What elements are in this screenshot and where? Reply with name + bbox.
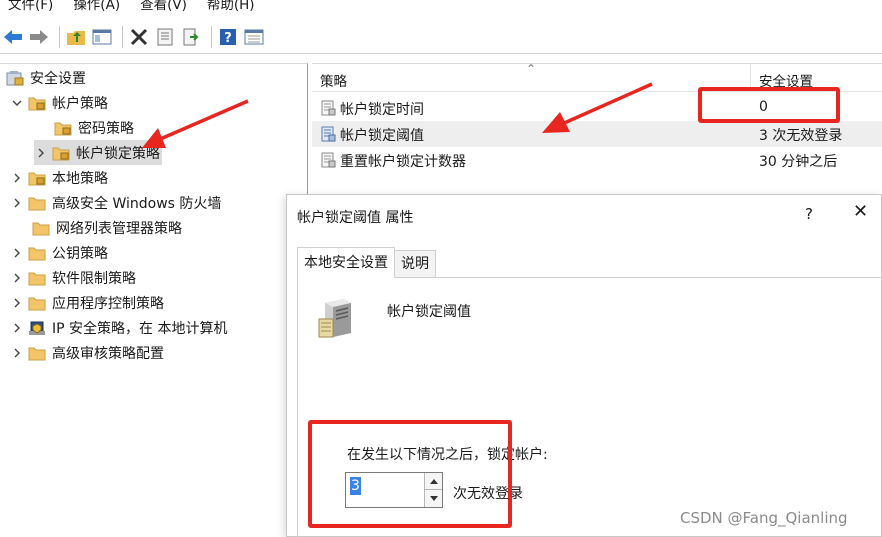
tree-item-software-restriction[interactable]: 软件限制策略 (10, 265, 136, 290)
folder-icon (28, 270, 46, 286)
tree-item-security-settings[interactable]: 安全设置 (6, 65, 86, 90)
policy-row-reset-counter[interactable]: 重置帐户锁定计数器 30 分钟之后 (312, 147, 882, 173)
dialog-tabs: 本地安全设置 说明 (297, 247, 436, 278)
annotation-box-threshold-input (308, 420, 512, 528)
computer-shield-icon (28, 320, 46, 336)
close-icon[interactable]: ✕ (853, 203, 868, 221)
menu-bar: 文件(F) 操作(A) 查看(V) 帮助(H) (0, 0, 882, 16)
export-icon[interactable] (180, 26, 202, 48)
sort-ascending-icon: ⌃ (526, 62, 537, 76)
tree-item-account-policies[interactable]: 帐户策略 (10, 90, 108, 115)
up-folder-icon[interactable] (65, 26, 87, 48)
tree-item-local-policies[interactable]: 本地策略 (10, 165, 108, 190)
tree-item-advanced-audit[interactable]: 高级审核策略配置 (10, 340, 164, 365)
view-icon[interactable] (243, 26, 265, 48)
security-settings-icon (6, 70, 24, 86)
chevron-down-icon[interactable] (10, 96, 24, 110)
chevron-right-icon[interactable] (34, 146, 48, 160)
server-icon (317, 297, 353, 339)
chevron-right-icon[interactable] (10, 346, 24, 360)
tree-item-password-policy[interactable]: 密码策略 (54, 115, 134, 140)
tree-pane: 安全设置 帐户策略 密码策略 帐户锁定策略 本地策略 高级安全 Windows … (0, 63, 308, 537)
dialog-title: 帐户锁定阈值 属性 (297, 210, 414, 226)
folder-icon (28, 345, 46, 361)
properties-icon[interactable] (154, 26, 176, 48)
toolbar-separator (59, 25, 60, 48)
back-icon[interactable] (2, 26, 24, 48)
svg-text:?: ? (224, 31, 232, 46)
tree-item-app-control[interactable]: 应用程序控制策略 (10, 290, 164, 315)
policy-icon (320, 152, 336, 168)
column-header-policy[interactable]: 策略 (320, 70, 347, 90)
menu-action[interactable]: 操作(A) (63, 0, 130, 16)
tab-explain[interactable]: 说明 (395, 250, 436, 277)
tree-item-public-key[interactable]: 公钥策略 (10, 240, 108, 265)
folder-lock-icon (28, 170, 46, 186)
menu-file[interactable]: 文件(F) (0, 0, 63, 16)
folder-icon (28, 295, 46, 311)
forward-icon[interactable] (28, 26, 50, 48)
help-button[interactable]: ? (805, 205, 813, 223)
chevron-right-icon[interactable] (10, 246, 24, 260)
menu-help[interactable]: 帮助(H) (197, 0, 265, 16)
menu-view[interactable]: 查看(V) (130, 0, 197, 16)
watermark: CSDN @Fang_Qianling (680, 509, 848, 527)
help-icon[interactable]: ? (217, 26, 239, 48)
delete-icon[interactable] (128, 26, 150, 48)
folder-icon (28, 245, 46, 261)
toolbar-separator (211, 25, 212, 48)
policy-icon (320, 100, 336, 116)
tree-item-network-list[interactable]: 网络列表管理器策略 (32, 215, 182, 240)
tree-item-account-lockout-policy[interactable]: 帐户锁定策略 (34, 140, 162, 165)
tree-item-ip-security[interactable]: IP 安全策略，在 本地计算机 (10, 315, 227, 340)
folder-lock-icon (28, 95, 46, 111)
folder-lock-icon (54, 120, 72, 136)
policy-row-lockout-threshold[interactable]: 帐户锁定阈值 3 次无效登录 (312, 121, 882, 147)
chevron-right-icon[interactable] (10, 271, 24, 285)
annotation-box-lockout-duration (698, 87, 840, 123)
policy-icon (320, 126, 336, 142)
chevron-right-icon[interactable] (10, 196, 24, 210)
show-hide-tree-icon[interactable] (91, 26, 113, 48)
tab-local-security-setting[interactable]: 本地安全设置 (297, 247, 395, 278)
folder-lock-icon (52, 145, 70, 161)
folder-icon (32, 220, 50, 236)
chevron-right-icon[interactable] (10, 171, 24, 185)
folder-icon (28, 195, 46, 211)
policy-heading: 帐户锁定阈值 (387, 304, 471, 320)
toolbar-separator (122, 25, 123, 48)
toolbar: ? (0, 20, 882, 54)
tree-item-firewall[interactable]: 高级安全 Windows 防火墙 (10, 190, 221, 215)
chevron-right-icon[interactable] (10, 296, 24, 310)
chevron-right-icon[interactable] (10, 321, 24, 335)
